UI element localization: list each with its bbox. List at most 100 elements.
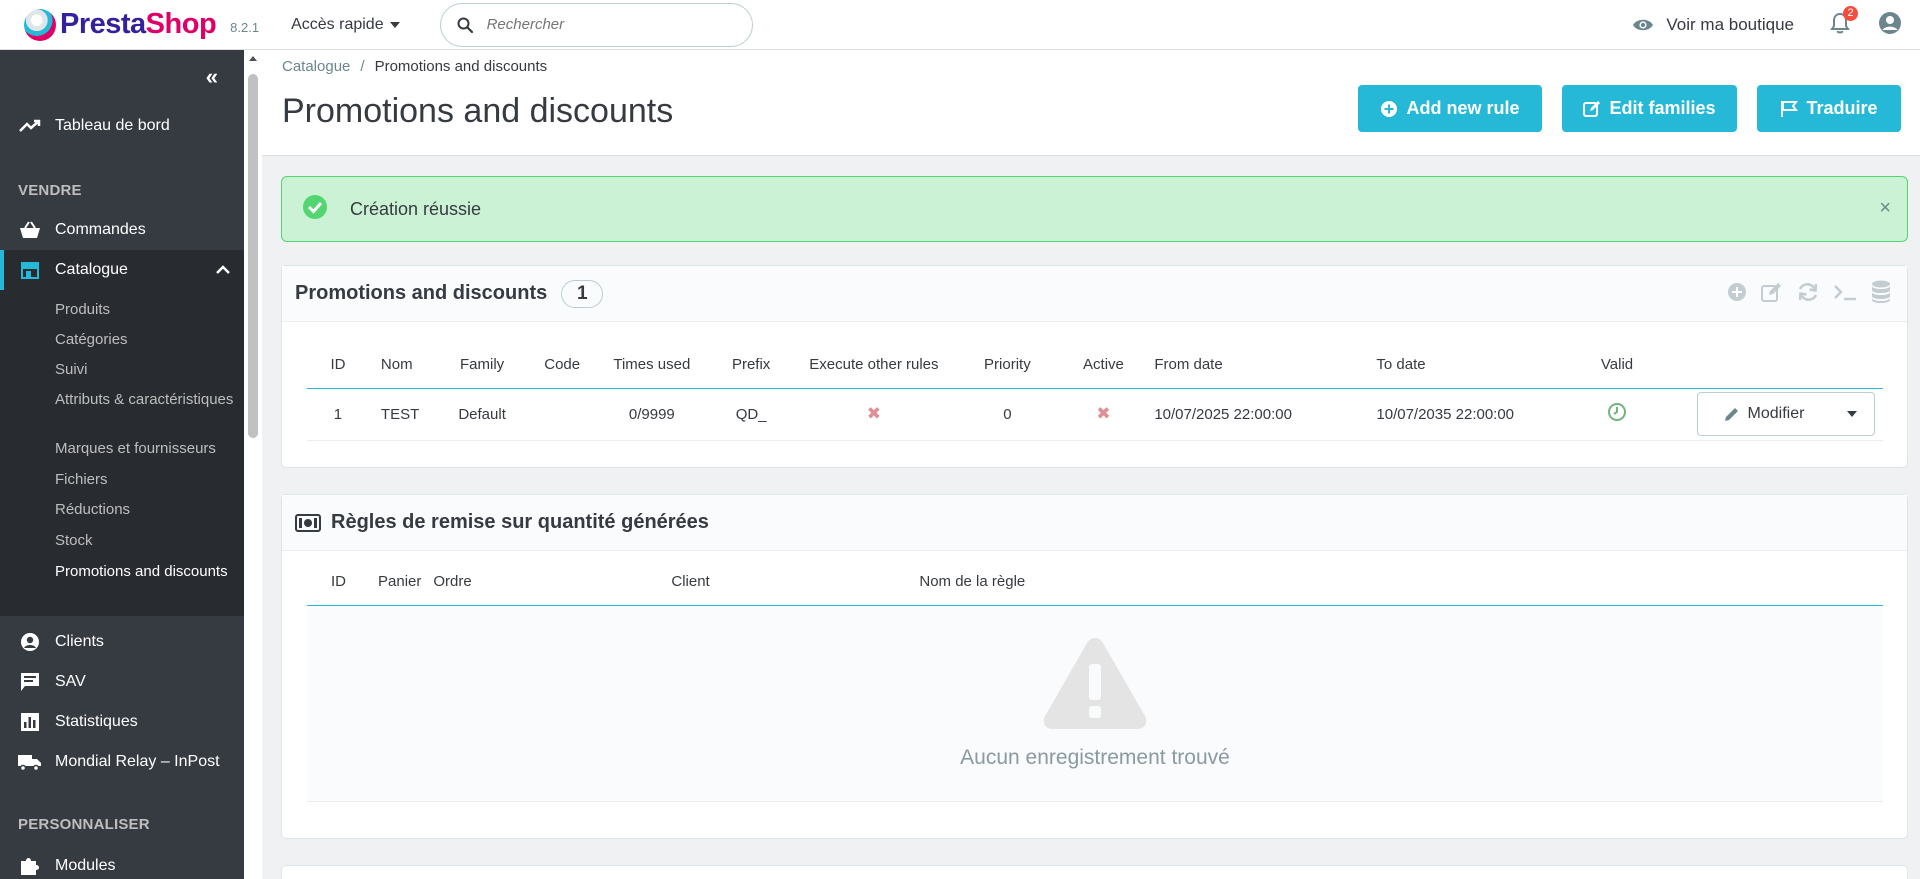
add-new-rule-button[interactable]: Add new rule: [1358, 85, 1542, 132]
sidebar-item-modules[interactable]: Modules: [0, 854, 244, 878]
refresh-icon[interactable]: [1797, 282, 1819, 302]
count-badge: 1: [561, 279, 604, 308]
top-bar: PrestaShop 8.2.1 Accès rapide Voir ma bo…: [0, 0, 1920, 50]
collapse-sidebar-button[interactable]: «: [206, 64, 218, 90]
close-icon[interactable]: ×: [1879, 197, 1891, 220]
sidebar-item-orders[interactable]: Commandes: [0, 218, 244, 242]
edit-families-button[interactable]: Edit families: [1562, 85, 1737, 132]
scrollbar-thumb[interactable]: [248, 74, 258, 438]
submenu-item-stock[interactable]: Stock: [55, 532, 240, 550]
submenu-item-attributes[interactable]: Attributs & caractéristiques: [55, 391, 240, 409]
scroll-up-arrow-icon[interactable]: [249, 56, 257, 61]
submenu-item-categories[interactable]: Catégories: [55, 331, 240, 349]
store-icon: [18, 261, 42, 279]
quick-access-dropdown[interactable]: Accès rapide: [291, 16, 400, 34]
puzzle-icon: [18, 856, 42, 876]
column-header-to-date[interactable]: To date: [1370, 342, 1584, 389]
column-header-ordre[interactable]: Ordre: [421, 559, 672, 606]
column-header-rule-name[interactable]: Nom de la règle: [919, 559, 1883, 606]
column-header-family[interactable]: Family: [432, 342, 532, 389]
submenu-item-discounts[interactable]: Réductions: [55, 501, 240, 519]
sidebar-item-statistics[interactable]: Statistiques: [0, 710, 244, 734]
edit-icon: [1583, 100, 1601, 117]
logo-text: PrestaShop: [60, 8, 217, 40]
user-avatar-icon: [1879, 11, 1901, 34]
column-header-execute-other-rules[interactable]: Execute other rules: [791, 342, 957, 389]
column-header-actions: [1650, 342, 1883, 389]
cell-priority: 0: [956, 388, 1059, 441]
submenu-item-tracking[interactable]: Suivi: [55, 361, 240, 379]
eye-icon: [1633, 19, 1654, 31]
cross-icon[interactable]: ✖: [867, 404, 881, 423]
column-header-client[interactable]: Client: [671, 559, 920, 606]
column-header-nom[interactable]: Nom: [368, 342, 433, 389]
cell-times-used: 0/9999: [593, 388, 711, 441]
cell-id: 1: [307, 388, 369, 441]
cell-nom: TEST: [368, 388, 433, 441]
actions-dropdown-toggle[interactable]: [1830, 393, 1874, 435]
sidebar-item-customers[interactable]: Clients: [0, 630, 244, 654]
add-icon[interactable]: [1727, 282, 1747, 302]
submenu-item-brands[interactable]: Marques et fournisseurs: [55, 440, 240, 458]
cell-actions: Modifier: [1650, 388, 1883, 441]
notifications-button[interactable]: 2: [1830, 5, 1858, 39]
cross-icon[interactable]: ✖: [1096, 404, 1110, 423]
column-header-valid[interactable]: Valid: [1583, 342, 1651, 389]
shopping-basket-icon: [18, 221, 42, 239]
edit-icon[interactable]: [1761, 282, 1783, 302]
chevron-up-icon: [216, 261, 230, 279]
column-header-id[interactable]: ID: [307, 342, 369, 389]
cell-execute-other-rules: ✖: [791, 388, 957, 441]
submenu-item-promotions[interactable]: Promotions and discounts: [55, 563, 240, 581]
view-shop-link[interactable]: Voir ma boutique: [1632, 15, 1794, 35]
notification-badge: 2: [1843, 5, 1858, 21]
breadcrumb: Catalogue / Promotions and discounts: [282, 58, 547, 75]
employee-menu[interactable]: [1878, 11, 1902, 40]
column-header-prefix[interactable]: Prefix: [710, 342, 792, 389]
column-header-times-used[interactable]: Times used: [593, 342, 711, 389]
modify-button[interactable]: Modifier: [1698, 393, 1830, 435]
cell-code: [531, 388, 594, 441]
clock-icon: [1608, 403, 1627, 421]
modify-label: Modifier: [1747, 405, 1805, 422]
panel-toolbar: [1727, 280, 1891, 304]
add-new-rule-label: Add new rule: [1406, 98, 1520, 118]
sidebar-scrollbar[interactable]: [244, 50, 262, 879]
column-header-from-date[interactable]: From date: [1148, 342, 1371, 389]
table-header-row: ID Nom Family Code Times used Prefix Exe…: [307, 342, 1883, 389]
column-header-code[interactable]: Code: [531, 342, 594, 389]
panel-title: Règles de remise sur quantité générées: [331, 511, 709, 533]
database-icon[interactable]: [1871, 280, 1891, 304]
submenu-item-products[interactable]: Produits: [55, 301, 240, 319]
flag-icon: [1781, 100, 1799, 117]
submenu-item-files[interactable]: Fichiers: [55, 471, 240, 489]
column-header-priority[interactable]: Priority: [956, 342, 1059, 389]
sidebar-item-mondial-relay[interactable]: Mondial Relay – InPost: [0, 750, 244, 774]
search-input[interactable]: [486, 16, 727, 33]
money-icon: [295, 513, 321, 532]
truck-icon: [18, 753, 42, 771]
sidebar-item-label: Catalogue: [55, 261, 128, 278]
page-title: Promotions and discounts: [282, 92, 674, 130]
breadcrumb-link-catalogue[interactable]: Catalogue: [282, 58, 350, 75]
terminal-icon[interactable]: [1833, 283, 1857, 301]
warning-icon: [1043, 638, 1147, 729]
panel-header: Promotions and discounts 1: [282, 266, 1907, 322]
column-header-panier[interactable]: Panier: [354, 559, 422, 606]
table-row[interactable]: 1 TEST Default 0/9999 QD_ ✖ 0 ✖ 10/07/20…: [307, 388, 1883, 441]
cell-to-date: 10/07/2035 22:00:00: [1370, 388, 1584, 441]
cell-family: Default: [432, 388, 532, 441]
sidebar-item-sav[interactable]: SAV: [0, 670, 244, 694]
column-header-active[interactable]: Active: [1058, 342, 1149, 389]
sidebar-item-catalogue[interactable]: Catalogue: [0, 250, 244, 290]
translate-button[interactable]: Traduire: [1757, 85, 1901, 132]
caret-down-icon: [1847, 411, 1857, 417]
table-header-row: ID Panier Ordre Client Nom de la règle: [307, 559, 1883, 606]
translate-label: Traduire: [1806, 98, 1878, 118]
sidebar-item-dashboard[interactable]: Tableau de bord: [0, 114, 244, 138]
sidebar-item-label: Tableau de bord: [55, 117, 170, 134]
column-header-id[interactable]: ID: [307, 559, 354, 606]
logo[interactable]: PrestaShop: [24, 8, 217, 41]
sidebar-item-label: Clients: [55, 633, 104, 650]
search-box[interactable]: [439, 2, 753, 47]
